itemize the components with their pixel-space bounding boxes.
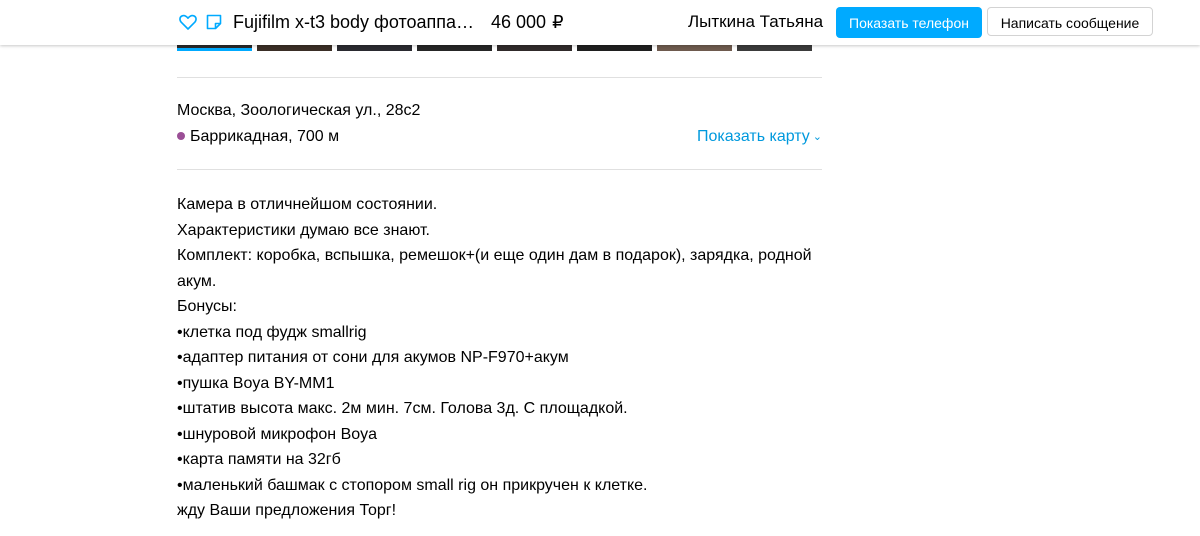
- description-line: •адаптер питания от сони для акумов NP-F…: [177, 349, 569, 366]
- item-description: Камера в отличнейшом состоянии. Характер…: [177, 192, 827, 524]
- description-line: акум.: [177, 272, 217, 290]
- note-icon[interactable]: [204, 12, 224, 32]
- write-message-button[interactable]: Написать сообщение: [987, 7, 1153, 36]
- description-line: •карта памяти на 32гб: [177, 451, 341, 468]
- metro-label: Баррикадная, 700 м: [190, 128, 340, 145]
- description-line: •штатив высота макс. 2м мин. 7см. Голова…: [177, 400, 628, 417]
- chevron-down-icon: ⌄: [812, 131, 822, 143]
- description-line: •маленький башмак с стопором small rig о…: [177, 476, 648, 494]
- description-line: Комплект: коробка, вспышка, ремешок+(и е…: [177, 247, 812, 264]
- sticky-header: Fujifilm x-t3 body фотоаппарат для фото …: [0, 0, 1200, 45]
- description-line: жду Ваши предложения Торг!: [177, 502, 397, 519]
- address: Москва, Зоологическая ул., 28с2: [177, 102, 421, 119]
- description-line: •пушка Boya BY-MM1: [177, 374, 335, 392]
- description-line: •шнуровой микрофон Boya: [177, 425, 378, 443]
- show-map-label: Показать карту: [697, 128, 810, 145]
- show-map-link[interactable]: Показать карту ⌄: [697, 127, 822, 147]
- price-value: 46 000: [491, 12, 547, 32]
- description-line: Характеристики думаю все знают.: [177, 221, 430, 239]
- metro-station: Баррикадная, 700 м: [177, 127, 339, 147]
- listing-price: 46 000 ₽: [491, 11, 564, 33]
- description-line: Камера в отличнейшом состоянии.: [177, 196, 438, 213]
- price-currency: ₽: [552, 12, 564, 32]
- divider: [177, 169, 822, 170]
- divider: [177, 77, 822, 78]
- description-line: •клетка под фудж smallrig: [177, 323, 367, 341]
- seller-name[interactable]: Лыткина Татьяна: [688, 11, 823, 33]
- metro-line-dot: [177, 132, 185, 140]
- description-line: Бонусы:: [177, 298, 237, 315]
- heart-icon[interactable]: [178, 12, 198, 32]
- show-phone-button[interactable]: Показать телефон: [836, 7, 982, 38]
- listing-title: Fujifilm x-t3 body фотоаппарат для фото: [233, 12, 483, 32]
